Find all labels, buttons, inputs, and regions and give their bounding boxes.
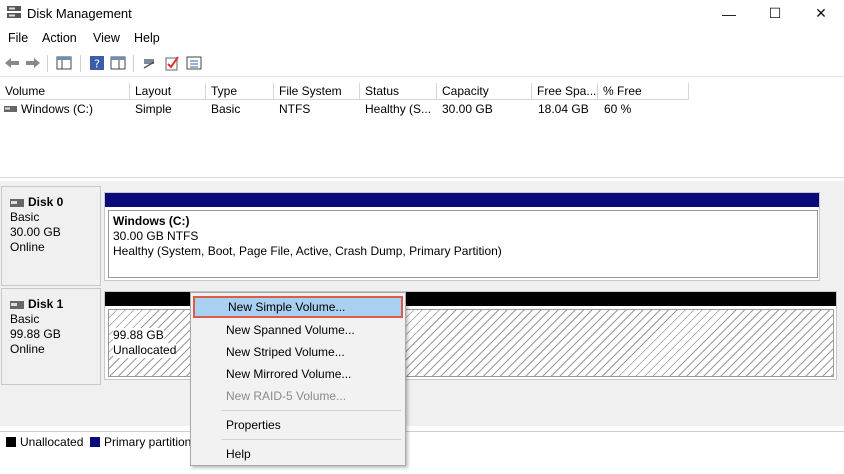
column-header-capacity[interactable]: Capacity (437, 83, 532, 100)
legend-swatch-unallocated (6, 437, 16, 447)
menu-help[interactable]: Help (134, 31, 160, 45)
type-cell: Basic (211, 102, 241, 116)
menu-item-new-spanned-volume[interactable]: New Spanned Volume... (193, 319, 403, 341)
divider (0, 177, 844, 178)
volume-name-cell: Windows (C:) (21, 102, 94, 116)
volume-drive-icon (4, 106, 17, 112)
disk-management-app-icon (7, 6, 21, 18)
disk-1-type: Basic (10, 312, 40, 326)
menu-file[interactable]: File (8, 31, 28, 45)
column-header-free-space[interactable]: Free Spa... (532, 83, 598, 100)
free-space-cell: 18.04 GB (538, 102, 589, 116)
disk-1-label[interactable]: Disk 1 Basic 99.88 GB Online (1, 288, 101, 385)
legend-label-primary: Primary partition (104, 435, 192, 449)
menu-item-new-raid5-volume: New RAID-5 Volume... (226, 389, 347, 403)
show-hide-console-tree-icon[interactable] (56, 55, 72, 71)
menu-action[interactable]: Action (42, 31, 77, 45)
disk-0-type: Basic (10, 210, 40, 224)
toolbar: ? (0, 51, 844, 77)
menu-item-properties[interactable]: Properties (193, 414, 403, 436)
menu-item-new-mirrored-volume[interactable]: New Mirrored Volume... (193, 363, 403, 385)
disk-1-size: 99.88 GB (10, 327, 61, 341)
minimize-button[interactable]: — (706, 0, 752, 27)
disk-1-name: Disk 1 (28, 297, 64, 311)
disk-icon (10, 198, 24, 207)
partition-title: Windows (C:) (113, 214, 190, 228)
menu-view[interactable]: View (93, 31, 120, 45)
disk-0-partition-area: Windows (C:) 30.00 GB NTFS Healthy (Syst… (104, 192, 820, 281)
legend-label-unallocated: Unallocated (20, 435, 84, 449)
connect-icon[interactable] (142, 55, 158, 71)
menu-item-help[interactable]: Help (193, 443, 403, 465)
check-icon[interactable] (164, 55, 180, 71)
primary-partition-bar (105, 193, 819, 207)
maximize-button[interactable]: ☐ (752, 0, 798, 27)
list-icon[interactable] (186, 55, 202, 71)
column-header-status[interactable]: Status (360, 83, 437, 100)
context-menu: New Simple Volume... New Spanned Volume.… (190, 292, 406, 466)
unallocated-size: 99.88 GB (113, 328, 164, 343)
forward-arrow-icon[interactable] (25, 55, 41, 71)
file-system-cell: NTFS (279, 102, 311, 116)
column-header-layout[interactable]: Layout (130, 83, 206, 100)
windows-c-partition[interactable]: Windows (C:) 30.00 GB NTFS Healthy (Syst… (108, 210, 818, 278)
unallocated-status: Unallocated (113, 343, 177, 358)
window-title: Disk Management (27, 6, 132, 21)
close-button[interactable]: ✕ (798, 0, 844, 27)
toolbar-separator (47, 55, 48, 72)
svg-text:?: ? (94, 58, 100, 71)
toolbar-separator (80, 55, 81, 72)
properties-icon[interactable] (110, 55, 126, 71)
disk-1-state: Online (10, 342, 45, 356)
menu-item-new-simple-volume[interactable]: New Simple Volume... (193, 296, 403, 318)
help-icon[interactable]: ? (89, 55, 105, 71)
disk-graphical-view: Disk 0 Basic 30.00 GB Online Windows (C:… (0, 181, 844, 426)
menu-item-new-striped-volume[interactable]: New Striped Volume... (193, 341, 403, 363)
title-bar: Disk Management — ☐ ✕ (0, 0, 844, 27)
menu-separator (221, 439, 401, 440)
toolbar-separator (133, 55, 134, 72)
partition-size: 30.00 GB NTFS (113, 229, 199, 243)
disk-icon (10, 300, 24, 309)
back-arrow-icon[interactable] (4, 55, 20, 71)
layout-cell: Simple (135, 102, 172, 116)
disk-0-state: Online (10, 240, 45, 254)
menu-bar: File Action View Help (0, 28, 844, 50)
percent-free-cell: 60 % (604, 102, 632, 116)
partition-status: Healthy (System, Boot, Page File, Active… (113, 244, 502, 258)
legend: Unallocated Primary partition (0, 431, 844, 454)
disk-0-size: 30.00 GB (10, 225, 61, 239)
disk-0-name: Disk 0 (28, 195, 64, 209)
column-header-percent-free[interactable]: % Free (598, 83, 689, 100)
capacity-cell: 30.00 GB (442, 102, 493, 116)
volume-list-header: Volume Layout Type File System Status Ca… (0, 83, 844, 100)
column-header-file-system[interactable]: File System (274, 83, 360, 100)
column-header-volume[interactable]: Volume (0, 83, 130, 100)
disk-0-label[interactable]: Disk 0 Basic 30.00 GB Online (1, 186, 101, 286)
legend-swatch-primary (90, 437, 100, 447)
column-header-type[interactable]: Type (206, 83, 274, 100)
menu-separator (221, 410, 401, 411)
status-cell: Healthy (S... (365, 102, 432, 116)
